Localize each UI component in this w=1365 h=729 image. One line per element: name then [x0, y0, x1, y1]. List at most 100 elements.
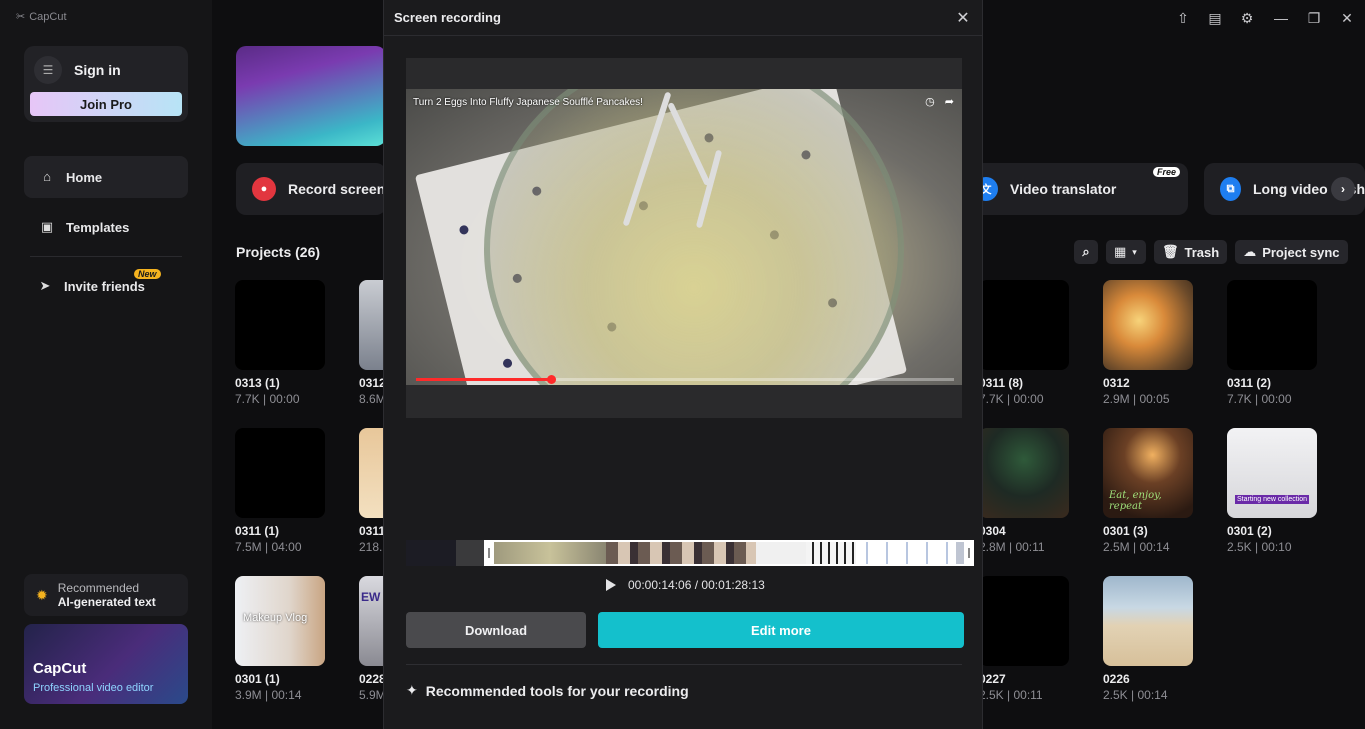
search-button[interactable]: ⌕	[1074, 240, 1098, 264]
recommended-ai-text-card[interactable]: ✹ Recommended AI-generated text	[24, 574, 188, 616]
project-thumbnail: Eat, enjoy, repeat	[1103, 428, 1193, 518]
project-thumbnail	[1227, 280, 1317, 370]
capcut-logo-icon: ✂	[16, 11, 26, 23]
trim-start-handle[interactable]	[484, 540, 494, 566]
scroll-right-button[interactable]: ›	[1331, 177, 1355, 201]
project-thumbnail	[235, 428, 325, 518]
project-thumbnail	[979, 428, 1069, 518]
sidebar-item-label: Invite friends	[64, 278, 145, 294]
project-name: 0301 (2)	[1227, 524, 1272, 538]
feedback-icon[interactable]: ▤	[1199, 0, 1231, 36]
video-translator-button[interactable]: 文 Video translator Free	[966, 163, 1188, 215]
thumbnail-caption: Eat, enjoy, repeat	[1109, 490, 1162, 512]
project-card[interactable]: 0313 (1) 7.7K | 00:00	[235, 280, 345, 406]
project-card[interactable]: 0311 (2) 7.7K | 00:00	[1227, 280, 1337, 406]
play-icon[interactable]	[606, 579, 616, 591]
sign-in-label: Sign in	[74, 62, 121, 78]
hero-banner[interactable]	[236, 46, 386, 146]
progress-knob[interactable]	[546, 375, 556, 384]
recommended-tools-heading: ✦ Recommended tools for your recording	[406, 682, 689, 699]
project-name: 0311 (8)	[979, 376, 1024, 390]
capcut-promo-banner[interactable]: CapCut Professional video editor	[24, 624, 188, 704]
project-card[interactable]: Starting new collection 0301 (2) 2.5K | …	[1227, 428, 1337, 554]
timecode: 00:00:14:06 / 00:01:28:13	[628, 578, 765, 592]
project-name: 0312	[1103, 376, 1130, 390]
video-player[interactable]: Turn 2 Eggs Into Fluffy Japanese Soufflé…	[406, 58, 962, 418]
sidebar-item-home[interactable]: ⌂ Home	[24, 156, 188, 198]
trash-button[interactable]: 🗑 Trash	[1154, 240, 1228, 264]
project-card[interactable]: 0311 (1) 7.5M | 04:00	[235, 428, 345, 554]
lightbulb-icon: ✹	[36, 586, 48, 603]
window-controls: ⇧ ▤ ⚙ — ❐ ✕	[1167, 0, 1365, 36]
trash-label: Trash	[1184, 244, 1220, 260]
sidebar: ✂ CapCut ☰ Sign in Join Pro ⌂ Home ▣ Tem…	[0, 0, 212, 729]
project-name: 0313 (1)	[235, 376, 280, 390]
project-name: 0301 (1)	[235, 672, 280, 686]
recommended-feature: AI-generated text	[57, 595, 156, 609]
project-card[interactable]: Makeup Vlog 0301 (1) 3.9M | 00:14	[235, 576, 345, 702]
sidebar-item-invite-friends[interactable]: ➤ Invite friends New	[24, 265, 188, 307]
record-icon: ●	[252, 177, 276, 201]
video-progress-bar[interactable]	[416, 375, 954, 384]
divider	[406, 664, 962, 665]
close-icon[interactable]: ✕	[1329, 0, 1365, 36]
new-badge: New	[134, 269, 161, 279]
grid-view-icon: ▦	[1114, 244, 1127, 259]
long-video-button[interactable]: ⧉ Long video to sh ›	[1204, 163, 1365, 215]
thumbnail-caption: Makeup Vlog	[243, 612, 308, 624]
join-pro-button[interactable]: Join Pro	[30, 92, 182, 116]
close-icon[interactable]: ✕	[954, 9, 972, 27]
sidebar-item-label: Home	[66, 169, 103, 185]
free-badge: Free	[1152, 167, 1180, 177]
project-meta: 2.8M | 00:11	[979, 540, 1045, 554]
screen-recording-dialog: Screen recording ✕ Turn 2 Eggs Into Fluf…	[383, 0, 983, 729]
project-thumbnail	[979, 280, 1069, 370]
view-toggle-button[interactable]: ▦ ▾	[1106, 240, 1146, 264]
app-logo: ✂ CapCut	[16, 10, 67, 24]
video-overlay-icons: ◷ ➦	[925, 95, 954, 108]
sign-in-button[interactable]: ☰ Sign in	[34, 56, 121, 84]
project-card[interactable]: 0312 2.9M | 00:05	[1103, 280, 1213, 406]
project-thumbnail	[979, 576, 1069, 666]
long-video-icon: ⧉	[1220, 177, 1241, 201]
search-icon: ⌕	[1082, 244, 1090, 259]
project-meta: 2.5K | 00:11	[979, 688, 1043, 702]
project-card[interactable]: 0304 2.8M | 00:11	[979, 428, 1089, 554]
tool-label: Record screen	[288, 181, 386, 197]
edit-more-button[interactable]: Edit more	[598, 612, 964, 648]
trash-icon: 🗑	[1162, 244, 1179, 259]
download-button[interactable]: Download	[406, 612, 586, 648]
project-card[interactable]: 0227 2.5K | 00:11	[979, 576, 1089, 702]
clock-icon[interactable]: ◷	[925, 95, 935, 108]
upload-icon[interactable]: ⇧	[1167, 0, 1199, 36]
timeline-selection	[484, 540, 974, 566]
templates-icon: ▣	[40, 219, 54, 234]
sync-label: Project sync	[1262, 244, 1340, 260]
sidebar-item-templates[interactable]: ▣ Templates	[24, 206, 188, 248]
share-icon[interactable]: ➦	[945, 95, 954, 108]
glass-bowl	[484, 89, 904, 385]
project-meta: 2.5M | 00:14	[1103, 540, 1170, 554]
timeline-strip[interactable]	[406, 540, 974, 566]
progress-fill	[416, 378, 551, 381]
trim-end-handle[interactable]	[964, 540, 974, 566]
dialog-title: Screen recording	[394, 10, 501, 25]
sidebar-item-label: Templates	[66, 219, 130, 235]
project-card[interactable]: 0226 2.5K | 00:14	[1103, 576, 1213, 702]
project-card[interactable]: Eat, enjoy, repeat 0301 (3) 2.5M | 00:14	[1103, 428, 1213, 554]
projects-title: Projects (26)	[236, 244, 321, 260]
project-meta: 2.9M | 00:05	[1103, 392, 1170, 406]
project-card[interactable]: 0311 (8) 7.7K | 00:00	[979, 280, 1089, 406]
project-sync-button[interactable]: ☁ Project sync	[1235, 240, 1348, 264]
minimize-icon[interactable]: —	[1263, 0, 1299, 36]
project-thumbnail: Starting new collection	[1227, 428, 1317, 518]
projects-toolbar: ⌕ ▦ ▾ 🗑 Trash ☁ Project sync	[1074, 240, 1348, 264]
project-name: 0311 (1)	[235, 524, 280, 538]
sidebar-divider	[30, 256, 182, 257]
project-meta: 7.7K | 00:00	[979, 392, 1044, 406]
home-icon: ⌂	[43, 169, 51, 184]
settings-icon[interactable]: ⚙	[1231, 0, 1263, 36]
chevron-down-icon: ▾	[1132, 246, 1137, 257]
record-screen-button[interactable]: ● Record screen	[236, 163, 386, 215]
maximize-icon[interactable]: ❐	[1299, 0, 1329, 36]
